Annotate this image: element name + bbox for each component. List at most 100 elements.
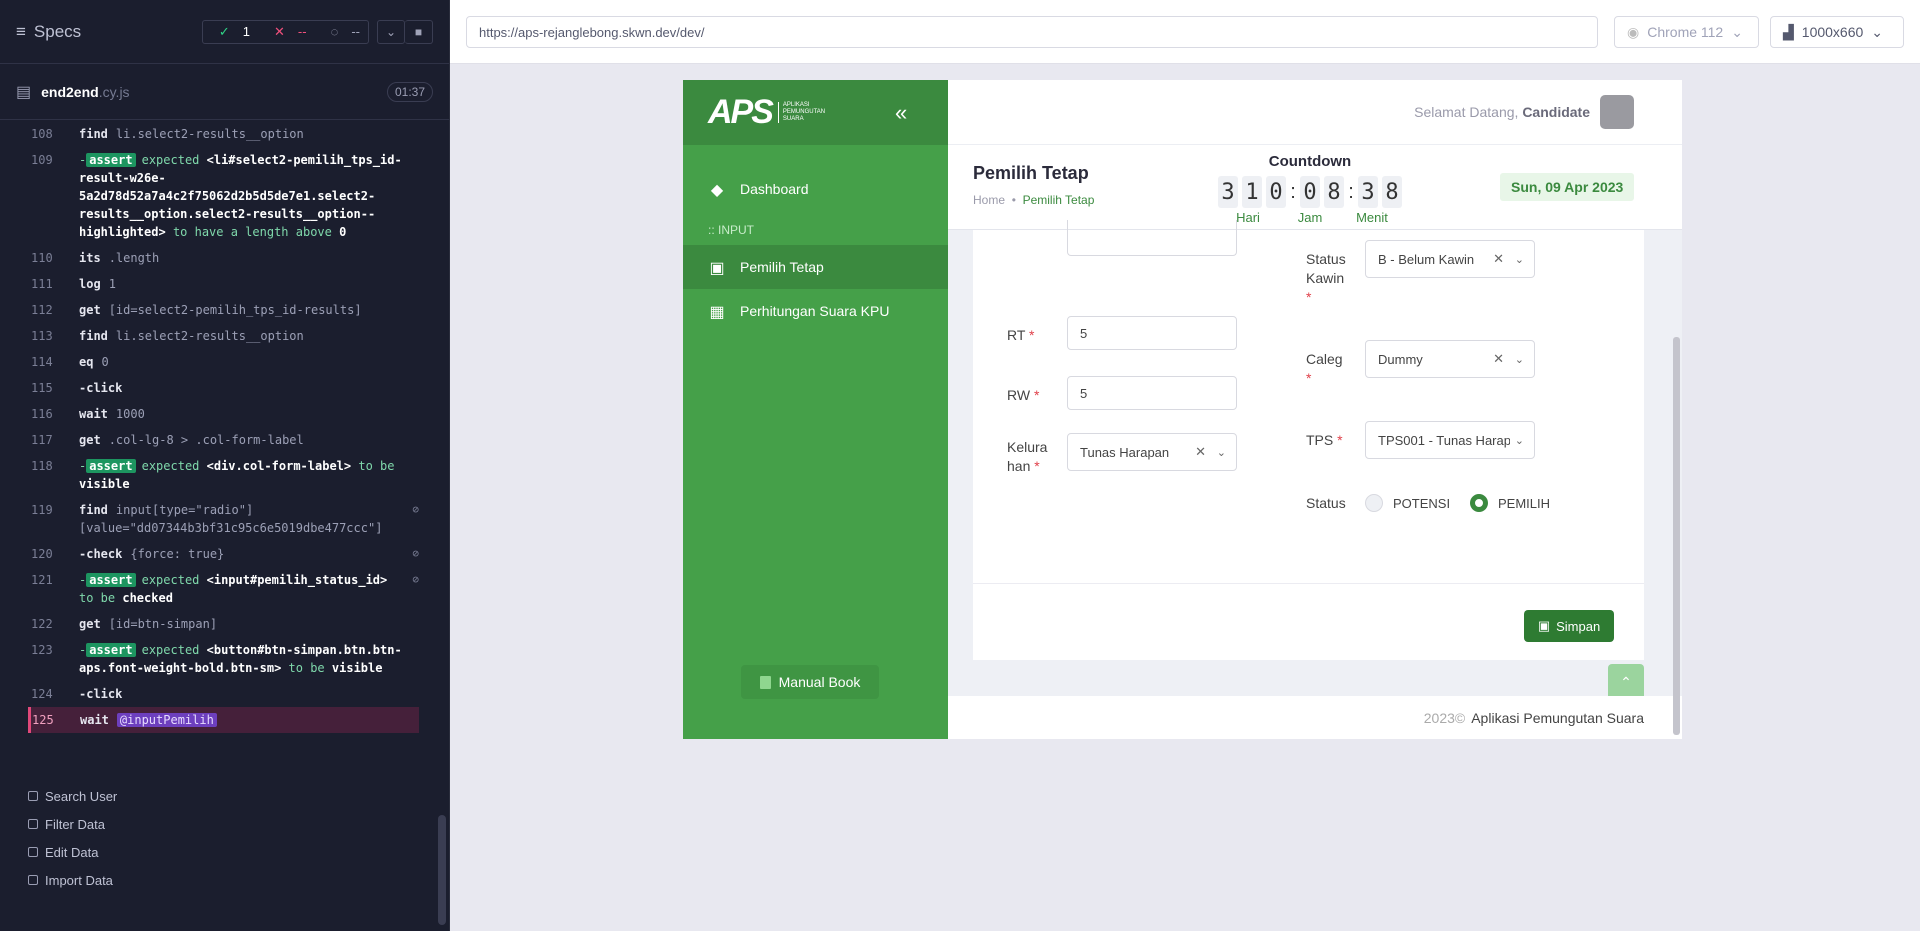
command-row[interactable]: 114 eq 0 xyxy=(30,349,419,375)
test-item[interactable]: Search User xyxy=(28,782,117,810)
chevron-down-icon: ⌄ xyxy=(1871,23,1884,40)
test-status-icon xyxy=(28,875,38,885)
command-row[interactable]: 115 -click xyxy=(30,375,419,401)
sidebar-item-pemilih-tetap[interactable]: ▣ Pemilih Tetap xyxy=(683,245,948,289)
command-row[interactable]: 120 -check {force: true} ⊘ xyxy=(30,541,419,567)
chevron-down-icon[interactable]: ⌄ xyxy=(377,19,405,44)
clear-icon[interactable]: ✕ xyxy=(1493,351,1504,367)
test-list: Search User Filter Data Edit Data Import Da… xyxy=(28,782,117,894)
command-row[interactable]: 113 find li.select2-results__option xyxy=(30,323,419,349)
radio-potensi[interactable]: POTENSI xyxy=(1365,494,1450,512)
spec-file-name: end2end.cy.js xyxy=(41,83,130,100)
collapse-icon[interactable]: « xyxy=(895,100,907,126)
runner-scrollbar[interactable] xyxy=(438,815,446,925)
command-row[interactable]: 122 get [id=btn-simpan] xyxy=(30,611,419,637)
command-row[interactable]: 110 its .length xyxy=(30,245,419,271)
command-row[interactable]: 121- assert expected <input#pemilih_status… xyxy=(30,567,419,611)
sidebar-item-dashboard[interactable]: ◆ Dashboard xyxy=(683,167,948,211)
line-number: 121 xyxy=(31,573,53,587)
command-row[interactable]: 123- assert expected <button#btn-simpan.bt… xyxy=(30,637,419,681)
specs-toggle[interactable]: ≡ Specs xyxy=(16,22,202,42)
command-row[interactable]: 117 get .col-lg-8 > .col-form-label xyxy=(30,427,419,453)
welcome-text: Selamat Datang, Candidate xyxy=(1414,104,1590,120)
radio-circle-checked[interactable] xyxy=(1470,494,1488,512)
sidebar-section-input: :: INPUT xyxy=(708,223,755,237)
clear-icon[interactable]: ✕ xyxy=(1195,444,1206,460)
calculator-icon: ▦ xyxy=(709,304,725,321)
failed-count: ✕ -- xyxy=(258,24,315,40)
command-row[interactable]: 112 get [id=select2-pemilih_tps_id-results… xyxy=(30,297,419,323)
command-row[interactable]: 125 wait @inputPemilih xyxy=(28,707,419,733)
radio-circle[interactable] xyxy=(1365,494,1383,512)
countdown-digit: 0 xyxy=(1300,176,1320,208)
test-item[interactable]: Import Data xyxy=(28,866,117,894)
test-status-icon xyxy=(28,819,38,829)
command-row[interactable]: 109- assert expected <li#select2-pemilih_t… xyxy=(30,147,419,245)
countdown-sep: : xyxy=(1290,180,1296,203)
avatar[interactable] xyxy=(1600,95,1634,129)
line-number: 113 xyxy=(31,329,53,343)
countdown-digit: 8 xyxy=(1324,176,1344,208)
command-row[interactable]: 111 log 1 xyxy=(30,271,419,297)
app-header: Selamat Datang, Candidate xyxy=(948,80,1682,145)
test-status-icon xyxy=(28,847,38,857)
tps-select[interactable]: TPS001 - Tunas Harapan ⌄ xyxy=(1365,421,1535,459)
countdown-digit: 3 xyxy=(1218,176,1238,208)
command-row[interactable]: 118- assert expected <div.col-form-label> … xyxy=(30,453,419,497)
file-icon: ▤ xyxy=(16,83,32,101)
command-row[interactable]: 108 find li.select2-results__option xyxy=(30,121,419,147)
kelurahan-select[interactable]: Tunas Harapan ✕ ⌄ xyxy=(1067,433,1237,471)
app-scrollbar[interactable] xyxy=(1673,337,1680,735)
line-number: 111 xyxy=(31,277,53,291)
command-row[interactable]: 119 find input[type="radio"][value="dd0734… xyxy=(30,497,419,541)
logo-subtitle: APLIKASI PEMUNGUTAN SUARA xyxy=(777,102,825,123)
stop-icon[interactable]: ■ xyxy=(405,19,433,44)
sidebar-item-perhitungan[interactable]: ▦ Perhitungan Suara KPU xyxy=(683,289,948,333)
rt-input[interactable]: 5 xyxy=(1067,316,1237,350)
test-status-icon xyxy=(28,791,38,801)
manual-book-button[interactable]: Manual Book xyxy=(741,665,879,699)
assert-badge: assert xyxy=(86,153,136,167)
command-log: 108 find li.select2-results__option 109- ass… xyxy=(28,121,419,733)
spinner-icon: ◌ xyxy=(330,24,339,39)
date-badge: Sun, 09 Apr 2023 xyxy=(1500,173,1635,201)
countdown-digit: 8 xyxy=(1382,176,1402,208)
spec-file-header: ▤ end2end.cy.js 01:37 xyxy=(0,64,449,120)
breadcrumb-current: Pemilih Tetap xyxy=(1022,193,1095,207)
save-button[interactable]: ▣ Simpan xyxy=(1524,610,1614,642)
clear-icon[interactable]: ✕ xyxy=(1493,251,1504,267)
caleg-select[interactable]: Dummy ✕ ⌄ xyxy=(1365,340,1535,378)
line-number: 109 xyxy=(31,153,53,167)
viewport-selector[interactable]: ▟ 1000x660 ⌄ xyxy=(1770,16,1904,48)
line-number: 124 xyxy=(31,687,53,701)
card-divider xyxy=(973,583,1644,584)
runner-header: ≡ Specs ✓ 1 ✕ -- ◌ -- ⌄ ■ xyxy=(0,0,449,64)
alamat-textarea[interactable] xyxy=(1067,220,1237,256)
url-field[interactable]: https://aps-rejanglebong.skwn.dev/dev/ xyxy=(466,16,1598,48)
test-item[interactable]: Filter Data xyxy=(28,810,117,838)
assert-badge: assert xyxy=(86,573,136,587)
caleg-label: Caleg * xyxy=(1306,351,1343,386)
radio-pemilih[interactable]: PEMILIH xyxy=(1470,494,1550,512)
line-number: 120 xyxy=(31,547,53,561)
eye-slash-icon: ⊘ xyxy=(412,503,419,516)
breadcrumb-home[interactable]: Home xyxy=(973,193,1005,207)
app-main: Selamat Datang, Candidate Pemilih Tetap … xyxy=(948,80,1682,739)
alias-badge: @inputPemilih xyxy=(116,713,217,727)
cypress-runner-panel: ≡ Specs ✓ 1 ✕ -- ◌ -- ⌄ ■ ▤ end2end.cy.js 0… xyxy=(0,0,450,931)
countdown-labels: Hari Jam Menit xyxy=(1236,210,1388,225)
chevron-down-icon: ⌄ xyxy=(1514,253,1524,266)
browser-stage: https://aps-rejanglebong.skwn.dev/dev/ ◉… xyxy=(450,0,1920,931)
form-card: RT * 5 RW * 5 Kelura han * Tunas Harapan … xyxy=(973,220,1644,660)
browser-selector[interactable]: ◉ Chrome 112 ⌄ xyxy=(1614,16,1759,48)
app-footer: 2023© Aplikasi Pemungutan Suara xyxy=(948,696,1682,739)
page-title: Pemilih Tetap xyxy=(973,163,1089,183)
test-item[interactable]: Edit Data xyxy=(28,838,117,866)
command-row[interactable]: 116 wait 1000 xyxy=(30,401,419,427)
line-number: 110 xyxy=(31,251,53,265)
rw-input[interactable]: 5 xyxy=(1067,376,1237,410)
command-row[interactable]: 124 -click xyxy=(30,681,419,707)
status-kawin-select[interactable]: B - Belum Kawin ✕ ⌄ xyxy=(1365,240,1535,278)
status-label: Status xyxy=(1306,495,1346,511)
scroll-top-button[interactable]: ⌃ xyxy=(1608,664,1644,700)
